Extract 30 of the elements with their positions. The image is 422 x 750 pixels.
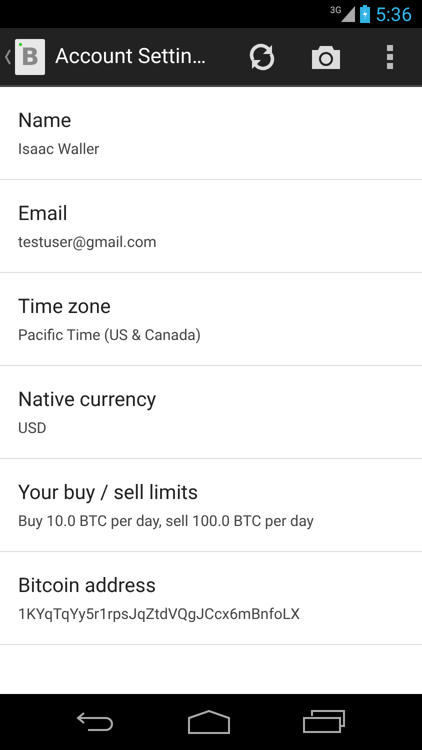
setting-value: 1KYqTqYy5r1rpsJqZtdVQgJCcx6mBnfoLX	[18, 605, 301, 623]
settings-item[interactable]: Your buy / sell limits Buy 10.0 BTC per day, sell 100.0 BTC per day	[0, 459, 422, 552]
signal-icon	[341, 6, 356, 22]
setting-value: Isaac Waller	[18, 140, 100, 158]
battery-icon	[360, 5, 370, 23]
menu-icon	[387, 44, 393, 68]
recent-apps-button[interactable]	[302, 710, 346, 734]
setting-title: Native currency	[18, 387, 158, 411]
setting-title: Bitcoin address	[18, 573, 157, 597]
settings-item[interactable]: Email testuser@gmail.com	[0, 180, 422, 273]
settings-item[interactable]: Name Isaac Waller	[0, 87, 422, 180]
setting-title: Email	[18, 201, 69, 225]
settings-item[interactable]: Native currency USD	[0, 366, 422, 459]
settings-item[interactable]: Time zone Pacific Time (US & Canada)	[0, 273, 422, 366]
setting-title: Time zone	[18, 294, 112, 318]
camera-icon	[312, 44, 340, 68]
setting-value: Buy 10.0 BTC per day, sell 100.0 BTC per day	[18, 512, 315, 530]
setting-title: Name	[18, 108, 72, 132]
network-type: 3G	[330, 6, 342, 16]
setting-value: Pacific Time (US & Canada)	[18, 326, 202, 344]
screen-title: Account Settin…	[55, 44, 208, 68]
settings-item[interactable]: Bitcoin address 1KYqTqYy5r1rpsJqZtdVQgJCcx6mBnfoLX	[0, 552, 422, 645]
clock: 5:36	[375, 2, 412, 26]
setting-title: Your buy / sell limits	[18, 480, 200, 504]
home-button[interactable]	[186, 710, 231, 734]
setting-value: USD	[18, 419, 48, 437]
up-caret-icon[interactable]	[4, 48, 12, 64]
setting-value: testuser@gmail.com	[18, 233, 158, 251]
back-button[interactable]	[76, 711, 116, 733]
refresh-icon	[248, 42, 276, 70]
